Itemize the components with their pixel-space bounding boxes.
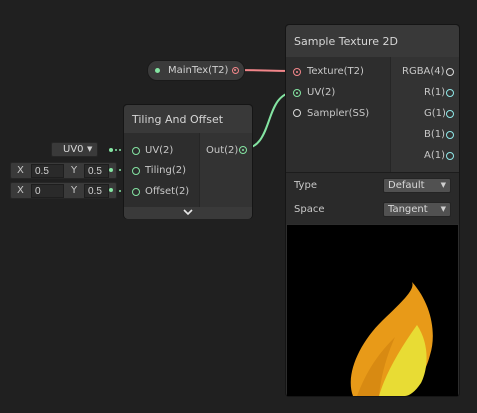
space-dropdown[interactable]: Tangent ▼ <box>383 202 451 217</box>
tiling-y-field[interactable] <box>84 164 109 178</box>
type-label: Type <box>294 180 317 191</box>
sample-output-rgba-port[interactable] <box>446 68 454 76</box>
property-output-port[interactable] <box>232 67 239 74</box>
space-label: Space <box>294 204 325 215</box>
tiling-input-uv-label: UV(2) <box>145 145 174 156</box>
sample-output-a-label: A(1) <box>424 150 446 161</box>
chevron-down-icon[interactable] <box>183 209 193 216</box>
sample-output-b-label: B(1) <box>424 129 446 140</box>
sample-input-sampler-port[interactable] <box>293 109 301 117</box>
property-label: MainTex(T2) <box>168 65 229 76</box>
uv-inline-port-dot <box>109 148 113 152</box>
sample-input-texture-label: Texture(T2) <box>307 66 364 77</box>
offset-y-label: Y <box>71 185 78 196</box>
uv-channel-value: UV0 <box>63 144 84 155</box>
property-indicator-icon <box>155 68 160 73</box>
type-dropdown[interactable]: Default ▼ <box>383 178 451 193</box>
dropdown-arrow-icon: ▼ <box>87 145 93 153</box>
sample-input-uv-port[interactable] <box>293 89 301 97</box>
dropdown-arrow-icon: ▼ <box>440 205 446 213</box>
type-dropdown-value: Default <box>388 180 425 191</box>
sample-output-a-port[interactable] <box>446 152 454 160</box>
sample-output-r-label: R(1) <box>424 87 446 98</box>
sample-output-g-port[interactable] <box>446 110 454 118</box>
space-dropdown-value: Tangent <box>388 204 428 215</box>
flame-preview-image <box>350 282 433 396</box>
offset-y-field[interactable] <box>84 184 109 198</box>
texture-preview <box>287 225 458 396</box>
sample-output-g-label: G(1) <box>424 108 446 119</box>
offset-x-label: X <box>17 185 24 196</box>
sample-output-b-port[interactable] <box>446 131 454 139</box>
offset-inline-input: X Y <box>10 182 117 199</box>
sample-texture-2d-node[interactable]: Sample Texture 2D Texture(T2) UV(2) Samp… <box>285 24 460 397</box>
sample-node-title: Sample Texture 2D <box>294 35 398 48</box>
sample-input-texture-port[interactable] <box>293 68 301 76</box>
tiling-inline-input: X Y <box>10 162 117 179</box>
dropdown-arrow-icon: ▼ <box>440 181 446 189</box>
sample-output-rgba-label: RGBA(4) <box>402 66 445 77</box>
tiling-x-label: X <box>17 165 24 176</box>
tiling-input-offset-port[interactable] <box>132 188 140 196</box>
sample-input-uv-label: UV(2) <box>307 87 336 98</box>
tiling-y-label: Y <box>71 165 78 176</box>
tiling-inline-port-dot <box>109 168 113 172</box>
tiling-and-offset-node[interactable]: Tiling And Offset UV(2) Tiling(2) Offset… <box>123 104 253 219</box>
tiling-input-uv-port[interactable] <box>132 147 140 155</box>
tiling-input-tiling-label: Tiling(2) <box>145 165 186 176</box>
sample-input-sampler-label: Sampler(SS) <box>307 108 370 119</box>
tiling-x-field[interactable] <box>31 164 64 178</box>
tiling-output-label: Out(2) <box>206 145 239 156</box>
tiling-input-tiling-port[interactable] <box>132 167 140 175</box>
offset-x-field[interactable] <box>31 184 64 198</box>
tiling-node-header[interactable]: Tiling And Offset <box>124 105 252 133</box>
tiling-input-offset-label: Offset(2) <box>145 186 190 197</box>
offset-inline-port-dot <box>109 188 113 192</box>
uv-channel-dropdown[interactable]: UV0 ▼ <box>51 142 98 157</box>
sample-node-header[interactable]: Sample Texture 2D <box>286 25 459 57</box>
sample-settings-panel: Type Default ▼ Space Tangent ▼ <box>286 172 459 224</box>
tiling-output-port[interactable] <box>239 146 247 154</box>
sample-output-r-port[interactable] <box>446 89 454 97</box>
maintex-property-node[interactable]: MainTex(T2) <box>147 60 245 81</box>
tiling-node-title: Tiling And Offset <box>132 113 224 126</box>
